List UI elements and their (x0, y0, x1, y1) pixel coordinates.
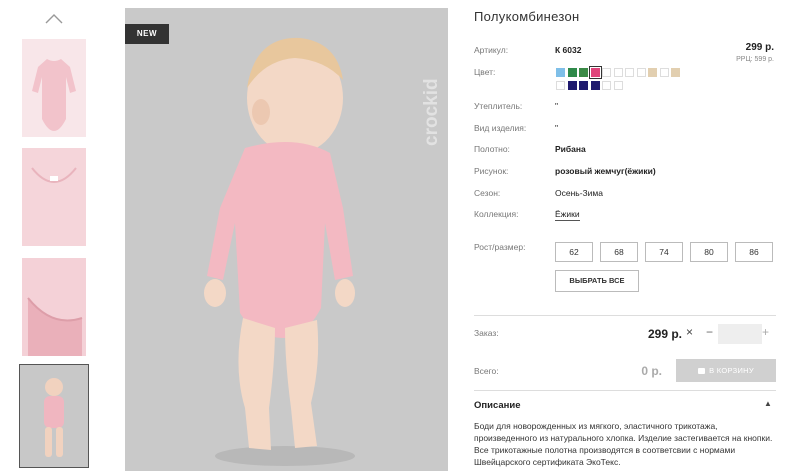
product-type-label: Вид изделия: (474, 123, 527, 133)
size-label: Рост/размер: (474, 242, 526, 252)
divider (474, 390, 776, 391)
color-swatch[interactable] (602, 68, 611, 77)
product-type-value: " (555, 123, 559, 133)
season-value: Осень-Зима (555, 188, 603, 198)
collection-link[interactable]: Ёжики (555, 209, 580, 221)
order-label: Заказ: (474, 328, 499, 338)
insulation-value: " (555, 101, 559, 111)
quantity-increase-button[interactable]: + (762, 325, 769, 339)
color-swatch[interactable] (648, 68, 657, 77)
color-swatch[interactable] (671, 68, 680, 77)
order-price: 299 р. (647, 327, 682, 341)
color-swatch[interactable] (588, 66, 602, 79)
color-swatch[interactable] (636, 68, 646, 77)
bodysuit-collar-image (31, 167, 77, 183)
select-all-sizes-button[interactable]: ВЫБРАТЬ ВСЕ (555, 270, 639, 292)
add-to-cart-button[interactable]: В КОРЗИНУ (676, 359, 776, 382)
collection-link-text[interactable]: Ёжики (555, 209, 580, 221)
insulation-label: Утеплитель: (474, 101, 523, 111)
quantity-decrease-button[interactable]: − (706, 325, 713, 339)
collapse-description-icon[interactable]: ▲ (764, 399, 772, 408)
baby-model-photo (204, 37, 355, 466)
remove-order-icon[interactable]: × (686, 325, 693, 339)
svg-text:crockid: crockid (421, 78, 442, 146)
divider (474, 315, 776, 316)
crockid-logo-icon: crockid (421, 78, 442, 146)
color-swatch[interactable] (613, 68, 623, 77)
bodysuit-front-image (32, 59, 76, 131)
description-title[interactable]: Описание (474, 400, 521, 411)
color-swatch[interactable] (613, 81, 623, 90)
color-swatch[interactable] (567, 68, 577, 77)
fabric-value: Рибана (555, 144, 586, 154)
season-label: Сезон: (474, 188, 501, 198)
size-option-86[interactable]: 86 (735, 242, 773, 262)
color-swatch[interactable] (567, 81, 577, 90)
cart-icon (698, 368, 706, 375)
size-option-80[interactable]: 80 (690, 242, 728, 262)
baby-model-thumbnail-image (44, 378, 64, 457)
color-swatch[interactable] (579, 68, 588, 77)
pattern-label: Рисунок: (474, 166, 509, 176)
thumbnail-1[interactable] (22, 39, 86, 137)
main-product-image: NEW crockid (125, 8, 448, 471)
quantity-input[interactable] (718, 324, 762, 344)
color-label: Цвет: (474, 67, 496, 77)
product-title: Полукомбинезон (474, 9, 580, 24)
collection-label: Коллекция: (474, 209, 519, 219)
color-swatch[interactable] (590, 81, 600, 90)
article-label: Артикул: (474, 45, 509, 55)
thumbnail-3[interactable] (22, 258, 86, 356)
total-label: Всего: (474, 366, 499, 376)
color-swatch[interactable] (602, 81, 611, 90)
total-value: 0 р. (641, 364, 662, 378)
description-text: Боди для новорожденных из мягкого, эласт… (474, 421, 773, 467)
product-price: 299 р. (745, 42, 774, 53)
thumbnail-2[interactable] (22, 148, 86, 246)
color-swatch[interactable] (625, 68, 634, 77)
color-swatch[interactable] (659, 68, 669, 77)
bodysuit-snaps-image (27, 297, 83, 356)
color-swatch[interactable] (556, 68, 565, 77)
color-swatch[interactable] (556, 81, 565, 90)
thumbnail-4-selected[interactable] (19, 364, 89, 468)
color-swatch[interactable] (579, 81, 588, 90)
rrp-price: РРЦ: 599 р. (736, 56, 774, 63)
fabric-label: Полотно: (474, 144, 510, 154)
size-option-68[interactable]: 68 (600, 242, 638, 262)
pattern-value: розовый жемчуг(ёжики) (555, 166, 656, 176)
new-badge: NEW (125, 24, 169, 44)
article-value: К 6032 (555, 45, 582, 55)
thumbnails-up-arrow-icon[interactable] (44, 12, 64, 26)
add-to-cart-label: В КОРЗИНУ (709, 366, 754, 375)
size-option-74[interactable]: 74 (645, 242, 683, 262)
size-option-62[interactable]: 62 (555, 242, 593, 262)
